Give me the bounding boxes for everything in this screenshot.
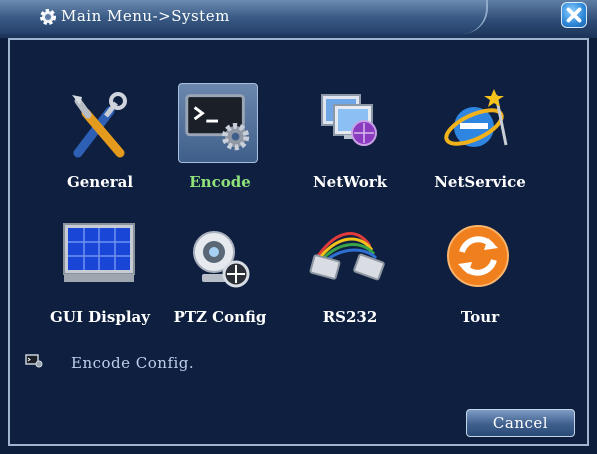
title-bar: Main Menu->System xyxy=(0,0,597,38)
ptz-camera-icon xyxy=(193,231,250,288)
menu-item-tour[interactable]: Tour xyxy=(420,218,524,328)
menu-item-label: PTZ Config xyxy=(173,308,267,326)
menu-item-ptz-config[interactable]: PTZ Config xyxy=(160,218,266,328)
tools-icon xyxy=(72,92,127,158)
menu-item-label: NetService xyxy=(434,173,526,191)
cancel-button[interactable]: Cancel xyxy=(466,409,575,437)
network-computers-icon xyxy=(321,94,377,146)
close-button[interactable] xyxy=(561,2,587,28)
menu-item-label: Encode xyxy=(189,173,251,191)
window-title: Main Menu->System xyxy=(61,7,230,25)
title-tab: Main Menu->System xyxy=(0,0,488,34)
system-menu-window: Main Menu->System General Encode NetWork… xyxy=(0,0,597,454)
menu-item-network[interactable]: NetWork xyxy=(290,83,394,193)
menu-item-label: RS232 xyxy=(322,308,378,326)
gear-icon xyxy=(40,9,56,25)
internet-globe-icon xyxy=(444,89,508,147)
menu-item-rs232[interactable]: RS232 xyxy=(290,218,394,328)
system-menu-panel: General Encode NetWork NetService GUI Di… xyxy=(8,38,589,446)
menu-item-label: NetWork xyxy=(312,173,388,191)
status-description: Encode Config. xyxy=(71,354,195,372)
menu-item-label: Tour xyxy=(460,308,500,326)
menu-item-gui-display[interactable]: GUI Display xyxy=(40,218,150,328)
serial-cable-icon xyxy=(309,232,385,281)
menu-item-label: General xyxy=(66,173,134,191)
terminal-gear-icon xyxy=(185,94,250,151)
display-grid-icon xyxy=(63,223,135,282)
refresh-cycle-icon xyxy=(447,225,509,287)
menu-item-encode[interactable]: Encode xyxy=(160,83,264,193)
menu-item-label: GUI Display xyxy=(50,308,150,326)
close-icon xyxy=(566,7,582,23)
menu-item-general[interactable]: General xyxy=(40,83,144,193)
menu-item-netservice[interactable]: NetService xyxy=(420,83,526,193)
encode-small-icon xyxy=(25,354,43,368)
